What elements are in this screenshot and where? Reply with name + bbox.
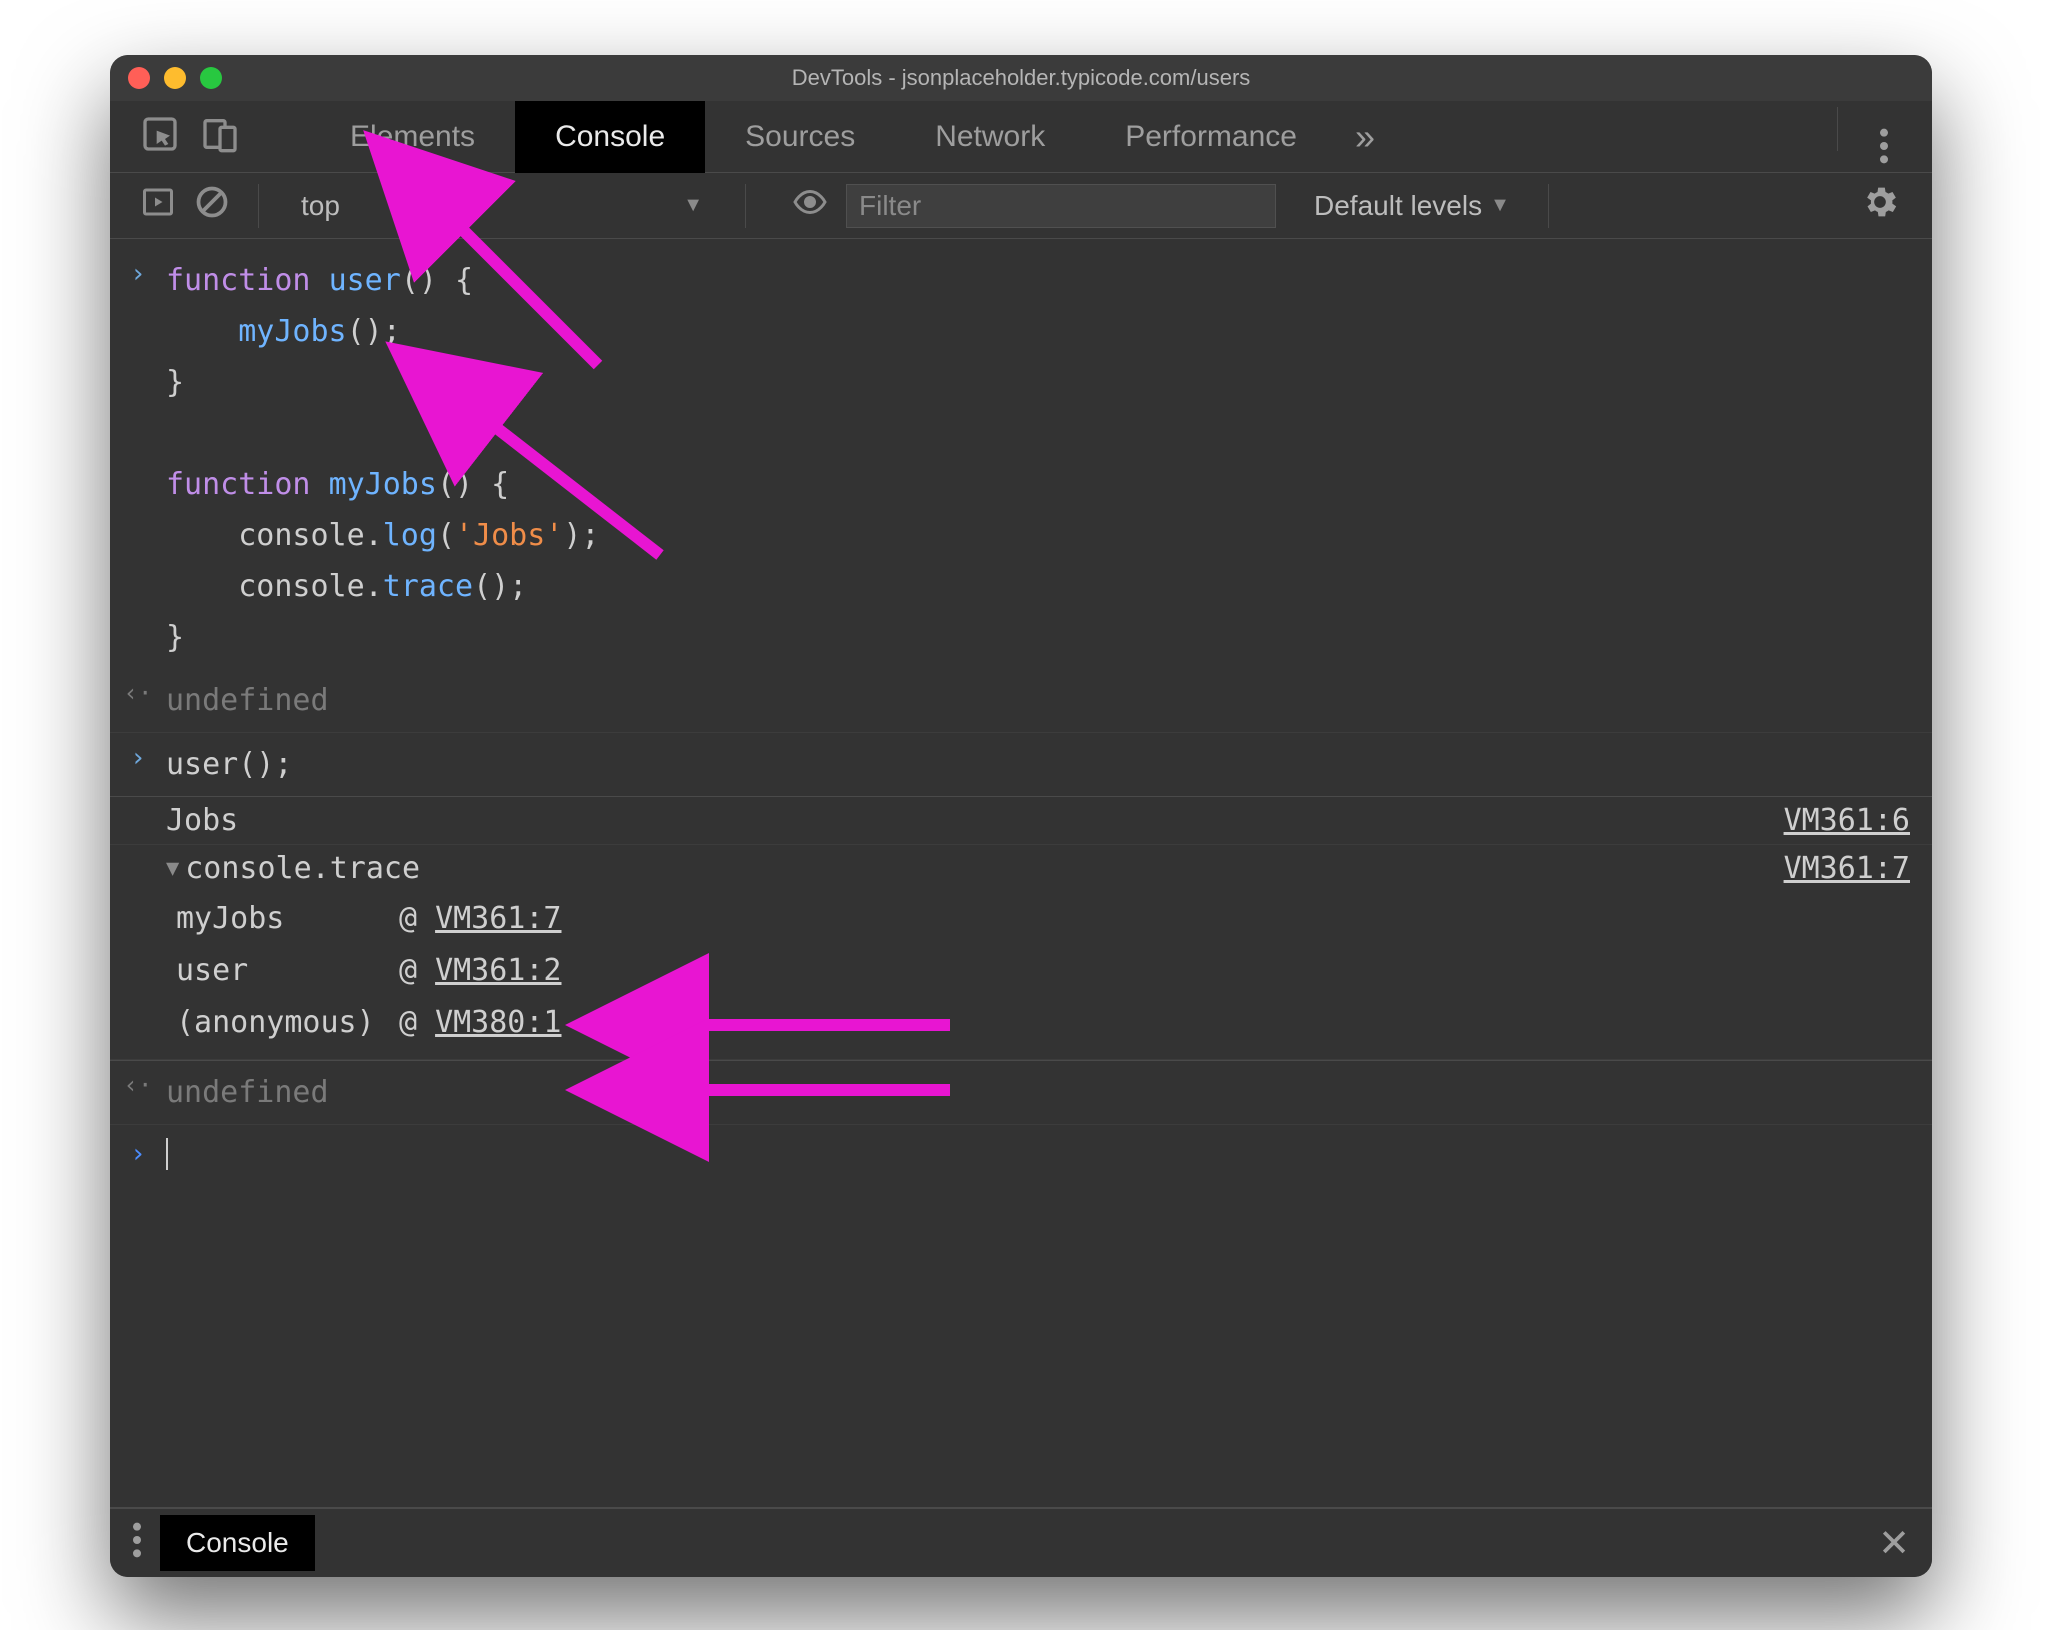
stack-frame: user @ VM361:2 xyxy=(176,944,1932,996)
console-settings-icon[interactable] xyxy=(1848,182,1912,229)
code-content[interactable]: function user() { myJobs(); } function m… xyxy=(166,255,1932,663)
source-link[interactable]: VM361:7 xyxy=(1784,851,1932,886)
input-prompt-icon: › xyxy=(130,743,146,773)
filter-input-wrapper xyxy=(846,184,1276,228)
tab-network[interactable]: Network xyxy=(895,101,1085,173)
devtools-window: DevTools - jsonplaceholder.typicode.com/… xyxy=(110,55,1932,1577)
output-prompt-icon: ‹· xyxy=(124,1071,153,1099)
live-expression-icon[interactable] xyxy=(774,184,828,227)
input-prompt-icon: › xyxy=(130,1139,146,1169)
inspect-element-icon[interactable] xyxy=(140,114,180,159)
code-content[interactable]: user(); xyxy=(166,739,1932,790)
trace-header[interactable]: ▼ console.trace VM361:7 xyxy=(110,845,1932,892)
at-symbol: @ xyxy=(399,953,417,988)
traffic-lights xyxy=(128,67,222,89)
close-window-button[interactable] xyxy=(128,67,150,89)
drawer-close-icon[interactable]: ✕ xyxy=(1878,1521,1910,1566)
trace-label: console.trace xyxy=(185,851,420,886)
drawer-menu-icon[interactable] xyxy=(132,1520,142,1567)
frame-location-link[interactable]: VM380:1 xyxy=(435,1005,561,1040)
zoom-window-button[interactable] xyxy=(200,67,222,89)
console-toolbar: top ▼ Default levels ▼ xyxy=(110,173,1932,239)
separator xyxy=(1548,184,1549,228)
tab-sources[interactable]: Sources xyxy=(705,101,895,173)
console-body: › function user() { myJobs(); } function… xyxy=(110,239,1932,1507)
stack-frame: (anonymous) @ VM380:1 xyxy=(176,996,1932,1048)
drawer-tab-console[interactable]: Console xyxy=(160,1515,315,1571)
spacer xyxy=(110,1170,1932,1507)
tab-performance[interactable]: Performance xyxy=(1085,101,1337,173)
filter-input[interactable] xyxy=(859,190,1263,222)
context-label: top xyxy=(301,190,340,222)
separator xyxy=(745,184,746,228)
toolbar-left-icons xyxy=(140,114,240,159)
log-message: Jobs xyxy=(110,803,238,838)
console-return-undefined: ‹· undefined xyxy=(110,669,1932,733)
frame-location-link[interactable]: VM361:7 xyxy=(435,901,561,936)
caret-down-icon: ▼ xyxy=(1490,194,1510,217)
frame-function: myJobs xyxy=(176,901,381,936)
tab-console[interactable]: Console xyxy=(515,101,705,173)
window-title: DevTools - jsonplaceholder.typicode.com/… xyxy=(110,65,1932,91)
tabs-overflow-icon[interactable]: » xyxy=(1355,116,1375,158)
console-return-undefined: ‹· undefined xyxy=(110,1060,1932,1125)
clear-console-icon[interactable] xyxy=(194,184,230,227)
frame-location-link[interactable]: VM361:2 xyxy=(435,953,561,988)
source-link[interactable]: VM361:6 xyxy=(1784,803,1932,838)
device-toolbar-icon[interactable] xyxy=(200,114,240,159)
console-prompt[interactable]: › xyxy=(110,1125,1932,1170)
console-entry-call: › user(); xyxy=(110,733,1932,796)
minimize-window-button[interactable] xyxy=(164,67,186,89)
panel-tabs: Elements Console Sources Network Perform… xyxy=(110,101,1932,173)
stack-trace: myJobs @ VM361:7 user @ VM361:2 (anonymo… xyxy=(110,892,1932,1054)
at-symbol: @ xyxy=(399,901,417,936)
disclosure-triangle-icon[interactable]: ▼ xyxy=(166,856,179,881)
at-symbol: @ xyxy=(399,1005,417,1040)
console-entry-code: › function user() { myJobs(); } function… xyxy=(110,249,1932,669)
caret-down-icon: ▼ xyxy=(683,194,703,217)
toggle-sidebar-icon[interactable] xyxy=(140,184,176,227)
window-titlebar: DevTools - jsonplaceholder.typicode.com/… xyxy=(110,55,1932,101)
drawer: Console ✕ xyxy=(110,1507,1932,1577)
console-log-line: Jobs VM361:6 xyxy=(110,796,1932,845)
separator xyxy=(258,184,259,228)
output-prompt-icon: ‹· xyxy=(124,679,153,707)
stack-frame: myJobs @ VM361:7 xyxy=(176,892,1932,944)
frame-function: (anonymous) xyxy=(176,1005,381,1040)
input-prompt-icon: › xyxy=(130,259,146,289)
kebab-menu-icon[interactable] xyxy=(1813,107,1912,167)
log-levels-label: Default levels xyxy=(1314,190,1482,222)
frame-function: user xyxy=(176,953,381,988)
context-selector[interactable]: top ▼ xyxy=(287,184,717,228)
log-levels-selector[interactable]: Default levels ▼ xyxy=(1314,190,1510,222)
tab-elements[interactable]: Elements xyxy=(310,101,515,173)
caret-icon xyxy=(166,1138,168,1170)
